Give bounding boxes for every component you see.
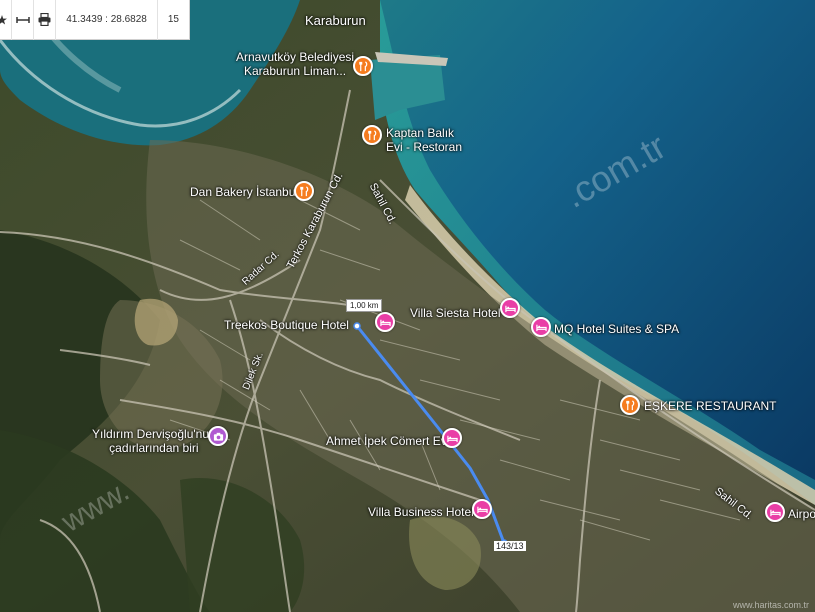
attraction-pin-yildirim[interactable] xyxy=(208,426,228,446)
place-label-yildirim: Yıldırım Dervişoğlu'nun çadırlarından bi… xyxy=(92,427,216,455)
hotel-pin-villa-siesta[interactable] xyxy=(500,298,520,318)
hotel-pin-airport[interactable] xyxy=(765,502,785,522)
place-label-villa-business: Villa Business Hotel xyxy=(368,505,474,519)
bed-icon xyxy=(476,506,488,513)
satellite-map[interactable] xyxy=(0,0,815,612)
hotel-pin-treekos[interactable] xyxy=(375,312,395,332)
map-toolbar: 41.3439 : 28.6828 15 xyxy=(0,0,190,40)
hotel-pin-mq-hotel[interactable] xyxy=(531,317,551,337)
measure-distance-label: 1,00 km xyxy=(346,299,383,312)
restaurant-pin-eskere[interactable] xyxy=(620,395,640,415)
place-label-karaburun: Karaburun xyxy=(305,13,366,28)
restaurant-pin-dan-bakery[interactable] xyxy=(294,181,314,201)
place-label-yildirim-line1: Yıldırım Dervişoğlu'nun xyxy=(92,427,216,441)
place-label-arnavutkoy-line2: Karaburun Liman... xyxy=(244,64,347,78)
fork-knife-icon xyxy=(367,129,376,140)
fork-knife-icon xyxy=(358,60,367,71)
fork-knife-icon xyxy=(625,399,634,410)
print-button[interactable] xyxy=(34,0,57,40)
place-label-treekos: Treekos Boutique Hotel xyxy=(224,318,349,332)
place-label-arnavutkoy-line1: Arnavutköy Belediyesi xyxy=(236,50,355,64)
bed-icon xyxy=(504,305,516,312)
place-label-eskere: EŞKERE RESTAURANT xyxy=(644,399,777,413)
bed-icon xyxy=(769,509,781,516)
ruler-arrows-icon xyxy=(16,16,30,23)
place-label-yildirim-line2: çadırlarından biri xyxy=(109,441,199,455)
bed-icon xyxy=(379,319,391,326)
zoom-level: 15 xyxy=(167,14,179,25)
hotel-pin-ahmet[interactable] xyxy=(442,428,462,448)
measure-distance-button[interactable] xyxy=(12,0,35,40)
brand-watermark: www.haritas.com.tr xyxy=(732,600,809,610)
place-label-kaptan-line1: Kaptan Balık xyxy=(386,126,455,140)
place-label-arnavutkoy: Arnavutköy Belediyesi Karaburun Liman... xyxy=(236,50,354,78)
star-icon xyxy=(0,14,7,24)
place-label-kaptan-line2: Evi - Restoran xyxy=(386,140,463,154)
restaurant-pin-kaptan[interactable] xyxy=(362,125,382,145)
fork-knife-icon xyxy=(299,185,308,196)
bed-icon xyxy=(446,435,458,442)
place-label-ahmet: Ahmet İpek Cömert Ev xyxy=(326,434,447,448)
place-label-kaptan: Kaptan Balık Evi - Restoran xyxy=(386,126,462,154)
place-label-villa-siesta: Villa Siesta Hotel xyxy=(410,306,501,320)
printer-icon xyxy=(38,13,51,26)
restaurant-pin-arnavutkoy[interactable] xyxy=(353,56,373,76)
coordinate-readout: 41.3439 : 28.6828 xyxy=(56,0,158,40)
favorite-button[interactable] xyxy=(0,0,13,40)
camera-icon xyxy=(213,432,223,441)
place-label-dan-bakery: Dan Bakery İstanbul xyxy=(190,185,299,199)
measure-end-label: 143/13 xyxy=(494,541,526,551)
place-label-mq-hotel: MQ Hotel Suites & SPA xyxy=(554,322,680,336)
bed-icon xyxy=(535,324,547,331)
hotel-pin-villa-business[interactable] xyxy=(472,499,492,519)
place-label-airport: Airpo xyxy=(788,507,815,521)
